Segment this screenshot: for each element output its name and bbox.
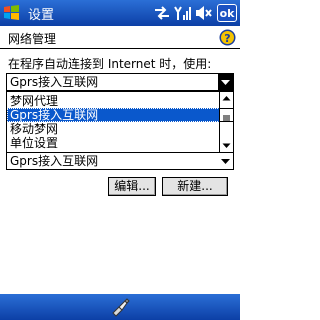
- internet-connection-value: Gprs接入互联网: [10, 75, 99, 89]
- section-divider: [0, 48, 240, 49]
- menu-bar: [0, 294, 240, 320]
- internet-connection-select[interactable]: Gprs接入互联网: [6, 73, 234, 91]
- grip-icon: [223, 115, 230, 121]
- prompt-label: 在程序自动连接到 Internet 时，使用:: [8, 57, 212, 71]
- scrollbar-thumb[interactable]: [220, 108, 233, 122]
- chevron-down-icon[interactable]: [218, 74, 233, 90]
- scroll-down-icon[interactable]: [220, 139, 233, 152]
- section-title: 网络管理: [8, 32, 57, 46]
- edit-button[interactable]: 编辑...: [108, 177, 156, 196]
- ok-button[interactable]: ok: [217, 4, 237, 22]
- work-connection-select[interactable]: Gprs接入互联网: [6, 152, 234, 170]
- new-button[interactable]: 新建...: [162, 177, 228, 196]
- internet-connection-dropdown[interactable]: 梦网代理 Gprs接入互联网 移动梦网 单位设置: [6, 91, 234, 153]
- signal-strength-icon[interactable]: [174, 5, 192, 21]
- svg-text:?: ?: [224, 32, 230, 45]
- work-connection-value: Gprs接入互联网: [10, 154, 99, 168]
- dropdown-option-mengwang-proxy[interactable]: 梦网代理: [7, 94, 220, 108]
- dropdown-option-work-settings[interactable]: 单位设置: [7, 136, 220, 150]
- volume-icon[interactable]: [195, 5, 213, 21]
- connectivity-icon[interactable]: [153, 5, 171, 21]
- scroll-up-icon[interactable]: [220, 92, 233, 105]
- window-title: 设置: [28, 8, 55, 23]
- title-bar: 设置 ok: [0, 0, 240, 26]
- help-icon[interactable]: ?: [219, 29, 236, 46]
- dropdown-scrollbar[interactable]: [219, 92, 233, 152]
- section-header: 网络管理 ?: [0, 26, 240, 49]
- chevron-down-icon[interactable]: [218, 153, 233, 169]
- dropdown-option-mobile-mengwang[interactable]: 移动梦网: [7, 122, 220, 136]
- dropdown-option-gprs[interactable]: Gprs接入互联网: [7, 108, 220, 122]
- keyboard-icon[interactable]: [110, 297, 130, 317]
- start-menu-icon[interactable]: [3, 4, 20, 21]
